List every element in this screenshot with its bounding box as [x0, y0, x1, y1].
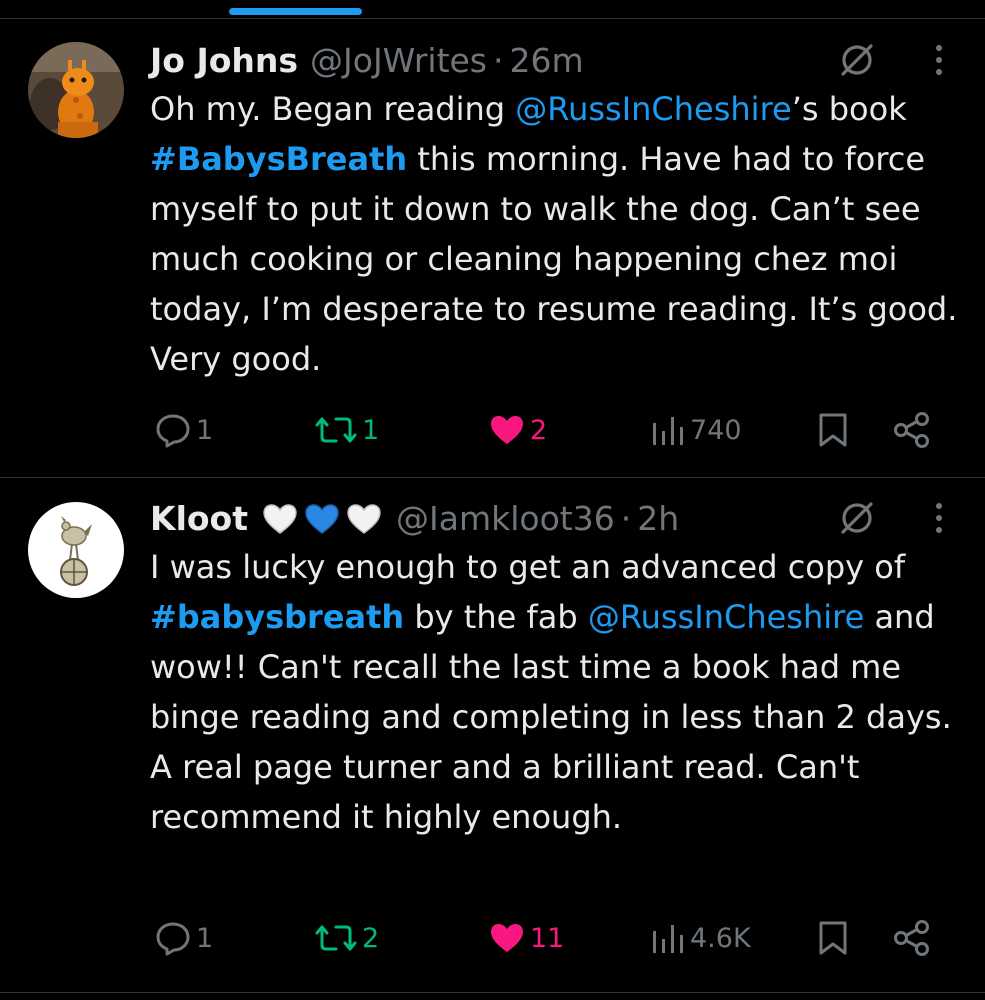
tweet-text: Oh my. Began reading @RussInCheshire’s b… [150, 84, 970, 384]
share-icon [894, 920, 929, 956]
tweet-text-segment: I was lucky enough to get an advanced co… [150, 548, 906, 586]
separator: · [620, 498, 632, 538]
tweet-actions: 1 2 11 4.6K [0, 916, 985, 960]
orange-giraffe-plush-avatar-icon [28, 42, 124, 138]
share-icon [894, 412, 929, 448]
view-count: 4.6K [690, 922, 751, 954]
tweet-kloot[interactable]: Kloot @Iamkloot36 · 2h I was lucky enoug… [0, 478, 985, 990]
tweet-text-segment: Oh my. Began reading [150, 90, 516, 128]
hashtag-link[interactable]: #babysbreath [150, 598, 404, 636]
views-button[interactable]: 4.6K [650, 916, 751, 960]
blue-heart-icon [305, 504, 339, 534]
views-icon [653, 417, 683, 445]
hashtag-link[interactable]: #BabysBreath [150, 140, 407, 178]
view-count: 740 [690, 414, 742, 446]
tweet-jo-johns[interactable]: Jo Johns @JoJWrites · 26m Oh my. Began r… [0, 0, 985, 477]
reply-button[interactable]: 1 [154, 916, 213, 960]
more-options-icon[interactable] [929, 498, 949, 538]
like-button[interactable]: 11 [488, 916, 564, 960]
retweet-button[interactable]: 1 [314, 408, 379, 452]
bookmark-icon [819, 921, 847, 955]
reply-icon [156, 922, 190, 956]
retweet-count: 1 [362, 414, 380, 446]
reply-icon [156, 414, 190, 448]
bookmark-button[interactable] [816, 408, 850, 452]
mention-link[interactable]: @RussInCheshire [515, 90, 791, 128]
tweet-header: Jo Johns @JoJWrites · 26m [150, 36, 915, 84]
timestamp[interactable]: 2h [637, 499, 679, 538]
like-count: 2 [530, 414, 548, 446]
views-button[interactable]: 740 [650, 408, 742, 452]
divider [0, 992, 985, 993]
retweet-icon [315, 417, 357, 443]
white-heart-icon [263, 504, 297, 534]
views-icon [653, 925, 683, 953]
white-heart-icon [347, 504, 381, 534]
mention-link[interactable]: @RussInCheshire [588, 598, 864, 636]
author-name[interactable]: Jo Johns [150, 41, 298, 80]
author-emoji [260, 500, 384, 536]
tweet-text-segment: ’s book [791, 90, 907, 128]
share-button[interactable] [892, 916, 932, 960]
author-handle[interactable]: @JoJWrites [310, 41, 487, 80]
tweet-actions: 1 1 2 740 [0, 408, 985, 452]
grok-icon[interactable] [837, 40, 877, 80]
bookmark-button[interactable] [816, 916, 850, 960]
tweet-text: I was lucky enough to get an advanced co… [150, 542, 970, 842]
tweet-header: Kloot @Iamkloot36 · 2h [150, 494, 915, 542]
retweet-count: 2 [362, 922, 380, 954]
heart-filled-icon [491, 924, 523, 952]
author-handle[interactable]: @Iamkloot36 [396, 499, 615, 538]
avatar[interactable] [28, 502, 124, 598]
grok-icon[interactable] [837, 498, 877, 538]
reply-count: 1 [196, 922, 214, 954]
like-count: 11 [530, 922, 565, 954]
tweet-text-segment: by the fab [404, 598, 588, 636]
avatar[interactable] [28, 42, 124, 138]
reply-button[interactable]: 1 [154, 408, 213, 452]
cockerel-on-ball-avatar-icon [28, 502, 124, 598]
bookmark-icon [819, 413, 847, 447]
separator: · [493, 40, 504, 80]
author-name[interactable]: Kloot [150, 499, 248, 538]
reply-count: 1 [196, 414, 214, 446]
retweet-button[interactable]: 2 [314, 916, 379, 960]
share-button[interactable] [892, 408, 932, 452]
timestamp[interactable]: 26m [510, 41, 584, 80]
more-options-icon[interactable] [929, 40, 949, 80]
retweet-icon [315, 925, 357, 951]
like-button[interactable]: 2 [488, 408, 547, 452]
heart-filled-icon [491, 416, 523, 444]
